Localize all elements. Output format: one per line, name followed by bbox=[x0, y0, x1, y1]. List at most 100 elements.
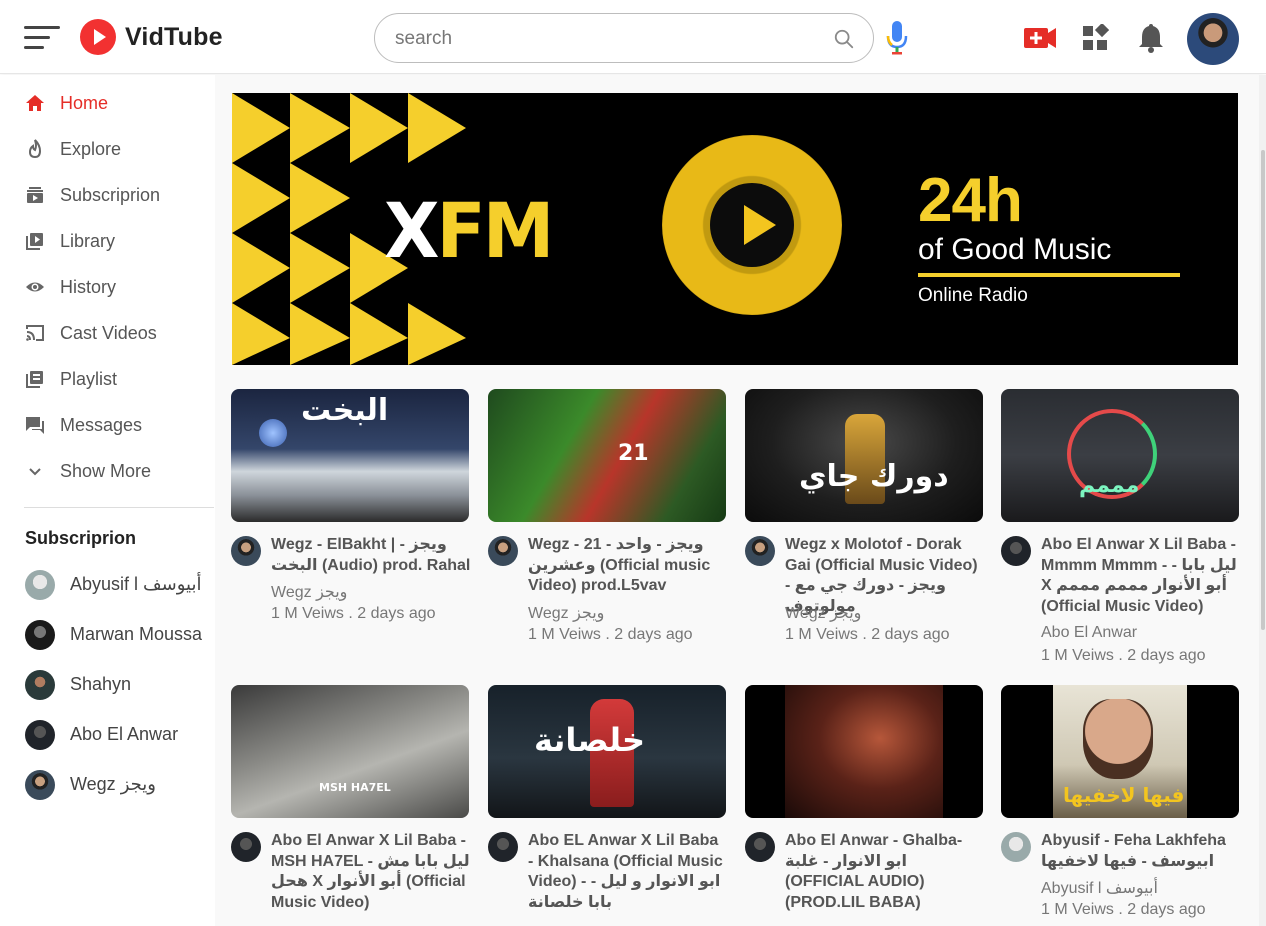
mic-icon[interactable] bbox=[884, 20, 910, 56]
home-icon bbox=[26, 95, 44, 111]
subscriptions-heading: Subscriprion bbox=[25, 528, 137, 548]
video-thumbnail[interactable]: البخت bbox=[231, 389, 469, 522]
channel-avatar bbox=[25, 720, 55, 750]
sidebar-item-library[interactable]: Library bbox=[0, 221, 215, 261]
promo-banner[interactable]: XFM 24h of Good Music Online Radio bbox=[232, 93, 1238, 365]
video-thumbnail[interactable]: خلصانة bbox=[488, 685, 726, 818]
sidebar-item-subscriptions[interactable]: Subscriprion bbox=[0, 175, 215, 215]
sidebar-item-explore[interactable]: Explore bbox=[0, 129, 215, 169]
logo[interactable]: VidTube bbox=[80, 18, 223, 56]
video-title[interactable]: Abyusif - Feha Lakhfeha ابيوسف - فيها لا… bbox=[1041, 831, 1241, 872]
subscription-item[interactable]: Wegz ويجز bbox=[0, 765, 215, 805]
sidebar-item-playlist[interactable]: Playlist bbox=[0, 359, 215, 399]
video-channel[interactable]: Wegz ويجز bbox=[528, 603, 604, 623]
search-input[interactable] bbox=[395, 26, 815, 52]
video-channel[interactable]: Abo El Anwar bbox=[1041, 624, 1137, 642]
search-bar bbox=[374, 13, 874, 63]
video-meta: 1 M Veiws . 2 days ago bbox=[785, 626, 950, 643]
subscription-item[interactable]: Abo El Anwar bbox=[0, 715, 215, 755]
subscription-item[interactable]: Marwan Moussa bbox=[0, 615, 215, 655]
sidebar-item-label: Show More bbox=[60, 460, 152, 481]
video-title[interactable]: Wegz - 21 - ويجز - واحد وعشرين (Official… bbox=[528, 535, 728, 597]
channel-avatar[interactable] bbox=[1001, 832, 1031, 862]
video-meta: 1 M Veiws . 2 days ago bbox=[1041, 901, 1206, 918]
sidebar-item-label: Cast Videos bbox=[60, 322, 157, 343]
channel-avatar bbox=[25, 770, 55, 800]
sidebar-item-label: Library bbox=[60, 230, 116, 251]
banner-brand-x: X bbox=[384, 186, 439, 276]
subscription-item[interactable]: Abyusif l أبيوسف bbox=[0, 565, 215, 605]
subscription-name: Shahyn bbox=[70, 674, 132, 694]
video-channel[interactable]: Abyusif l أبيوسف bbox=[1041, 878, 1158, 898]
scene-graphic bbox=[785, 685, 943, 818]
thumbnail-text: البخت bbox=[301, 393, 389, 428]
logo-text: VidTube bbox=[125, 22, 223, 51]
channel-avatar[interactable] bbox=[488, 832, 518, 862]
banner-brand: XFM bbox=[384, 186, 555, 276]
apps-icon[interactable] bbox=[1081, 24, 1109, 52]
planet-graphic bbox=[259, 419, 287, 447]
search-icon[interactable] bbox=[833, 28, 855, 50]
user-avatar[interactable] bbox=[1187, 13, 1239, 65]
subscription-name: Wegz ويجز bbox=[70, 774, 156, 794]
video-meta: 1 M Veiws . 2 days ago bbox=[528, 626, 693, 643]
channel-avatar[interactable] bbox=[231, 832, 261, 862]
subscription-name: Marwan Moussa bbox=[70, 624, 203, 644]
channel-avatar[interactable] bbox=[488, 536, 518, 566]
sidebar-item-label: Home bbox=[60, 92, 109, 113]
video-meta: 1 M Veiws . 2 days ago bbox=[271, 605, 436, 622]
create-video-icon[interactable] bbox=[1023, 22, 1057, 52]
play-logo-icon bbox=[80, 19, 116, 55]
video-channel[interactable]: Wegz ويجز bbox=[785, 603, 861, 623]
playlist-icon bbox=[26, 371, 43, 388]
channel-avatar[interactable] bbox=[745, 536, 775, 566]
thumbnail-text: مممم bbox=[1079, 473, 1140, 498]
sidebar-item-label: Explore bbox=[60, 138, 122, 159]
video-title[interactable]: Abo EL Anwar X Lil Baba - Khalsana (Offi… bbox=[528, 831, 728, 913]
library-icon bbox=[26, 233, 43, 250]
video-thumbnail[interactable]: دورك جاي bbox=[745, 389, 983, 522]
sidebar-item-label: Subscriprion bbox=[60, 184, 161, 205]
banner-tagline: Online Radio bbox=[918, 285, 1028, 306]
video-channel[interactable]: Wegz ويجز bbox=[271, 582, 347, 602]
flame-icon bbox=[28, 139, 42, 159]
channel-avatar[interactable] bbox=[231, 536, 261, 566]
main-content: XFM 24h of Good Music Online Radio البخت… bbox=[215, 75, 1266, 926]
video-thumbnail[interactable]: 21 bbox=[488, 389, 726, 522]
messages-icon bbox=[26, 417, 44, 434]
channel-avatar[interactable] bbox=[1001, 536, 1031, 566]
scrollbar-thumb[interactable] bbox=[1261, 150, 1265, 630]
sidebar-item-show-more[interactable]: Show More bbox=[0, 451, 215, 491]
video-thumbnail[interactable]: فيها لاخفيها bbox=[1001, 685, 1239, 818]
sidebar-item-history[interactable]: History bbox=[0, 267, 215, 307]
video-title[interactable]: Abo El Anwar X Lil Baba - Mmmm Mmmm - - … bbox=[1041, 535, 1241, 617]
menu-icon[interactable] bbox=[24, 24, 60, 52]
video-title[interactable]: Abo El Anwar - Ghalba- ابو الانوار - غلب… bbox=[785, 831, 985, 913]
thumbnail-text: MSH HA7EL bbox=[319, 781, 391, 794]
banner-subline: of Good Music bbox=[918, 233, 1112, 266]
cast-icon bbox=[26, 325, 44, 341]
portrait-graphic bbox=[1083, 699, 1153, 779]
play-icon[interactable] bbox=[744, 205, 776, 245]
subscription-item[interactable]: Shahyn bbox=[0, 665, 215, 705]
thumbnail-text: فيها لاخفيها bbox=[1063, 783, 1185, 807]
channel-avatar bbox=[25, 570, 55, 600]
video-thumbnail[interactable] bbox=[745, 685, 983, 818]
sidebar: Home Explore Subscriprion Library Histor… bbox=[0, 75, 215, 926]
video-title[interactable]: Wegz - ElBakht | ويجز - البخت (Audio) pr… bbox=[271, 535, 471, 576]
subscriptions-icon bbox=[27, 187, 43, 203]
channel-avatar[interactable] bbox=[745, 832, 775, 862]
video-thumbnail[interactable]: MSH HA7EL bbox=[231, 685, 469, 818]
sidebar-item-label: History bbox=[60, 276, 117, 297]
subscription-name: Abyusif l أبيوسف bbox=[70, 574, 202, 594]
thumbnail-text: دورك جاي bbox=[799, 459, 949, 494]
sidebar-item-cast-videos[interactable]: Cast Videos bbox=[0, 313, 215, 353]
video-title[interactable]: Abo El Anwar X Lil Baba - MSH HA7EL - لي… bbox=[271, 831, 471, 913]
sidebar-item-home[interactable]: Home bbox=[0, 83, 215, 123]
banner-headline: 24h bbox=[918, 166, 1023, 235]
banner-brand-fm: FM bbox=[436, 186, 555, 276]
thumbnail-text: 21 bbox=[618, 441, 649, 466]
video-thumbnail[interactable]: مممم bbox=[1001, 389, 1239, 522]
sidebar-item-messages[interactable]: Messages bbox=[0, 405, 215, 445]
notification-bell-icon[interactable] bbox=[1138, 22, 1164, 54]
